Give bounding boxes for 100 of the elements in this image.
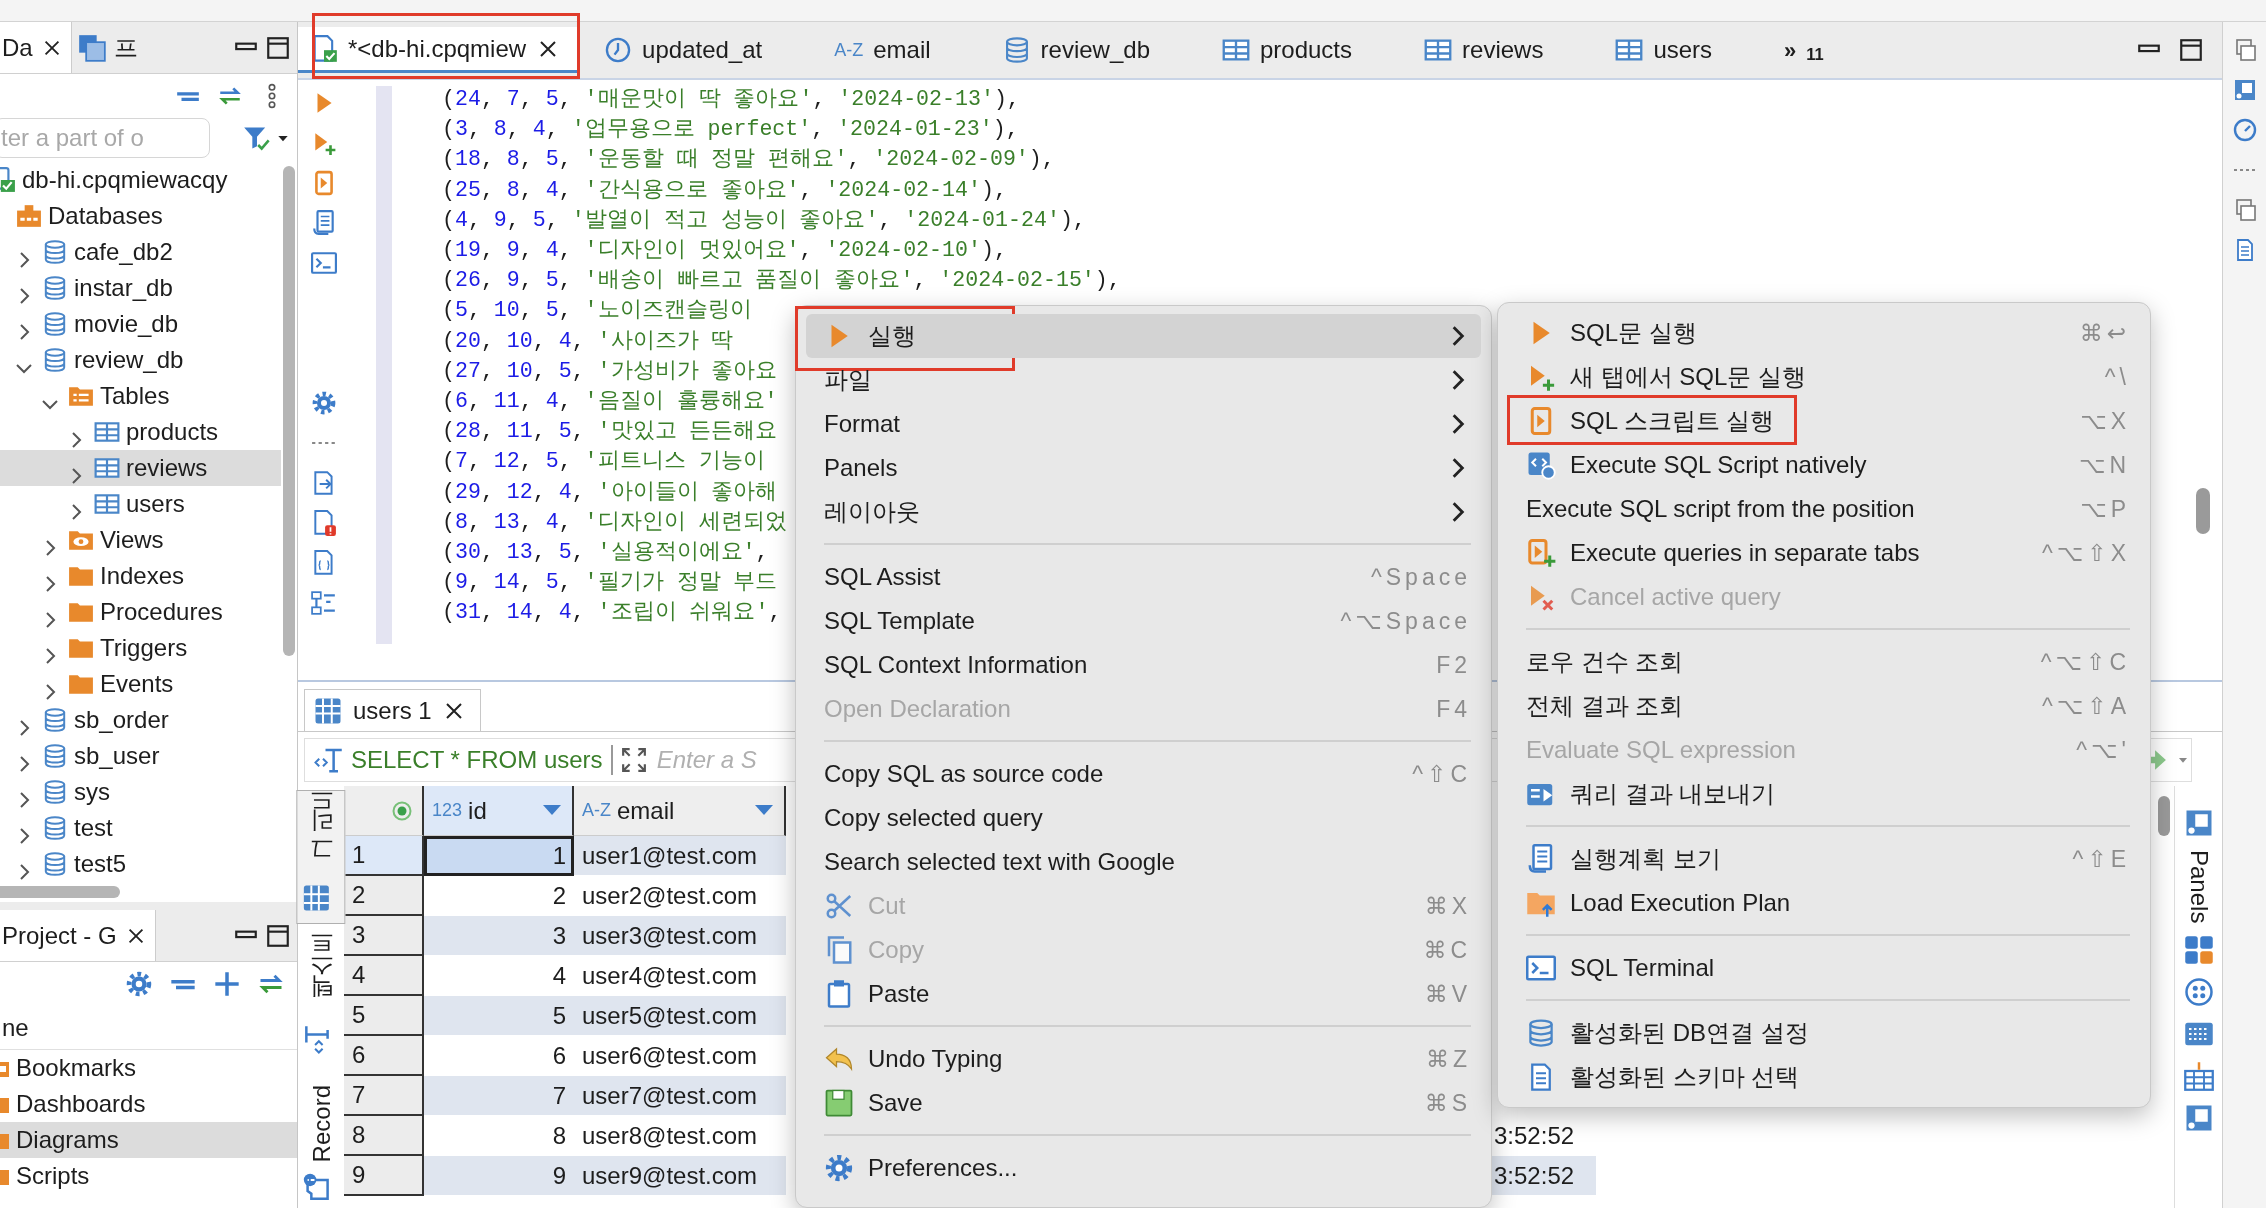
row-number[interactable]: 1 <box>344 836 424 876</box>
outline-icon[interactable] <box>311 590 337 616</box>
tree-item[interactable]: Indexes <box>0 558 281 594</box>
panels-label[interactable]: Panels <box>2180 850 2217 924</box>
project-item[interactable]: Scripts <box>0 1158 297 1194</box>
menu-item[interactable]: Undo Typing ⌘Z <box>806 1037 1481 1081</box>
tree-item[interactable]: products <box>0 414 281 450</box>
row-number[interactable]: 8 <box>344 1116 424 1156</box>
menu-item[interactable]: SQL 스크립트 실행 ⌥X <box>1508 399 2140 443</box>
tree-item[interactable]: test5 <box>0 846 281 882</box>
tree-item[interactable]: Triggers <box>0 630 281 666</box>
editor-tab[interactable]: A-Z email <box>822 27 951 73</box>
menu-item[interactable]: Save ⌘S <box>806 1081 1481 1125</box>
maximize-icon[interactable] <box>2178 37 2204 63</box>
menu-item[interactable]: Execute SQL script from the position ⌥P <box>1508 487 2140 531</box>
menu-item[interactable]: Paste ⌘V <box>806 972 1481 1016</box>
tree-item[interactable]: sb_user <box>0 738 281 774</box>
view-tab[interactable]: 텍스트 <box>296 932 346 1066</box>
menu-item[interactable]: Load Execution Plan <box>1508 881 2140 925</box>
editor-tab[interactable]: review_db <box>990 27 1170 73</box>
scrollbar-thumb[interactable] <box>0 886 120 898</box>
menu-item[interactable]: 파일 <box>806 358 1481 402</box>
tree-item[interactable]: Views <box>0 522 281 558</box>
editor-tab[interactable]: users <box>1603 27 1733 73</box>
menu-item[interactable]: Execute queries in separate tabs ^⌥⇧X <box>1508 531 2140 575</box>
row-number[interactable]: 6 <box>344 1036 424 1076</box>
result-tab[interactable]: users 1 <box>304 689 481 731</box>
column-header[interactable]: A-Z email <box>574 786 786 836</box>
maximize-icon[interactable] <box>265 922 291 949</box>
row-number[interactable]: 2 <box>344 876 424 916</box>
menu-item[interactable]: 로우 건수 조회 ^⌥⇧C <box>1508 640 2140 684</box>
menu-item[interactable]: SQL Context Information F2 <box>806 643 1481 687</box>
tree-item[interactable]: db-hi.cpqmiewacqy <box>0 162 281 198</box>
editor-tab[interactable]: products <box>1210 27 1373 73</box>
dots-circle-icon[interactable] <box>2183 977 2214 1008</box>
code-line: (5, 10, 5, '노이즈캔슬링이 <box>442 297 752 325</box>
tree-item[interactable]: test <box>0 810 281 846</box>
panel-tab[interactable]: 프 <box>77 22 146 73</box>
menu-item[interactable]: 쿼리 결과 내보내기 <box>1508 772 2140 816</box>
scrollbar-thumb[interactable] <box>2196 488 2210 534</box>
menu-item[interactable]: 새 탭에서 SQL문 실행 ^\ <box>1508 355 2140 399</box>
menu-item[interactable]: SQL Template ^⌥Space <box>806 599 1481 643</box>
settings-icon[interactable] <box>125 970 153 998</box>
tree-item[interactable]: movie_db <box>0 306 281 342</box>
gauge-icon[interactable] <box>2232 118 2257 142</box>
row-number[interactable]: 9 <box>344 1156 424 1196</box>
tree-item[interactable]: Events <box>0 666 281 702</box>
menu-item[interactable]: 활성화된 스키마 선택 <box>1508 1055 2140 1099</box>
terminal-icon[interactable] <box>311 250 337 276</box>
row-number[interactable]: 4 <box>344 956 424 996</box>
document-error-icon[interactable] <box>311 510 337 536</box>
project-item[interactable]: Dashboards <box>0 1086 297 1122</box>
menu-item[interactable]: Copy selected query <box>806 796 1481 840</box>
panel-tab[interactable]: Da <box>0 22 72 73</box>
menu-item[interactable]: 전체 결과 조회 ^⌥⇧A <box>1508 684 2140 728</box>
menu-item[interactable]: SQL문 실행 ⌘↩ <box>1508 311 2140 355</box>
tree-item[interactable]: instar_db <box>0 270 281 306</box>
scrollbar-thumb[interactable] <box>2158 796 2170 836</box>
tree-item[interactable]: Procedures <box>0 594 281 630</box>
tree-item[interactable]: cafe_db2 <box>0 234 281 270</box>
row-number[interactable]: 7 <box>344 1076 424 1116</box>
menu-item[interactable]: 실행 <box>806 314 1481 358</box>
project-item[interactable]: Bookmarks <box>0 1050 297 1086</box>
expand-icon[interactable] <box>620 747 647 773</box>
settings-icon[interactable] <box>311 390 337 416</box>
editor-tab[interactable]: reviews <box>1412 27 1564 73</box>
scroll-document-icon[interactable] <box>311 210 337 236</box>
tree-item[interactable]: Tables <box>0 378 281 414</box>
editor-tab[interactable]: updated_at <box>592 27 783 73</box>
menu-item[interactable]: SQL Terminal <box>1508 946 2140 990</box>
panel-tab[interactable]: Project - G <box>0 910 156 961</box>
tree-item[interactable]: review_db <box>0 342 281 378</box>
menu-item[interactable]: Copy SQL as source code ^⇧C <box>806 752 1481 796</box>
calculator-icon[interactable] <box>2183 935 2214 966</box>
menu-item[interactable]: SQL Assist ^Space <box>806 555 1481 599</box>
row-number[interactable]: 5 <box>344 996 424 1036</box>
row-number[interactable]: 3 <box>344 916 424 956</box>
tree-item[interactable]: reviews <box>0 450 281 486</box>
column-header[interactable]: 123 id <box>424 786 574 836</box>
tree-item[interactable]: sb_order <box>0 702 281 738</box>
maximize-icon[interactable] <box>265 34 291 61</box>
panel-icon[interactable] <box>2232 78 2257 102</box>
menu-item[interactable]: Panels <box>806 446 1481 490</box>
menu-item[interactable]: Preferences... <box>806 1146 1481 1190</box>
menu-item[interactable]: Format <box>806 402 1481 446</box>
editor-tab[interactable]: »$_{11}$ <box>1772 27 1844 73</box>
scrollbar-thumb[interactable] <box>283 166 295 656</box>
view-tab[interactable]: 그리드 <box>296 790 346 924</box>
table-import-icon[interactable] <box>2183 1061 2214 1092</box>
project-item[interactable]: Diagrams <box>0 1122 297 1158</box>
menu-item[interactable]: Search selected text with Google <box>806 840 1481 884</box>
tree-item[interactable]: Databases <box>0 198 281 234</box>
menu-item[interactable]: 레이아웃 <box>806 490 1481 534</box>
menu-item[interactable]: Execute SQL Script natively ⌥N <box>1508 443 2140 487</box>
menu-item[interactable]: 활성화된 DB연결 설정 <box>1508 1011 2140 1055</box>
menu-item[interactable]: 실행계획 보기 ^⇧E <box>1508 837 2140 881</box>
plus-icon[interactable] <box>213 970 241 998</box>
tree-item[interactable]: users <box>0 486 281 522</box>
filter-input[interactable]: ter a part of o <box>0 118 210 158</box>
tree-item[interactable]: sys <box>0 774 281 810</box>
